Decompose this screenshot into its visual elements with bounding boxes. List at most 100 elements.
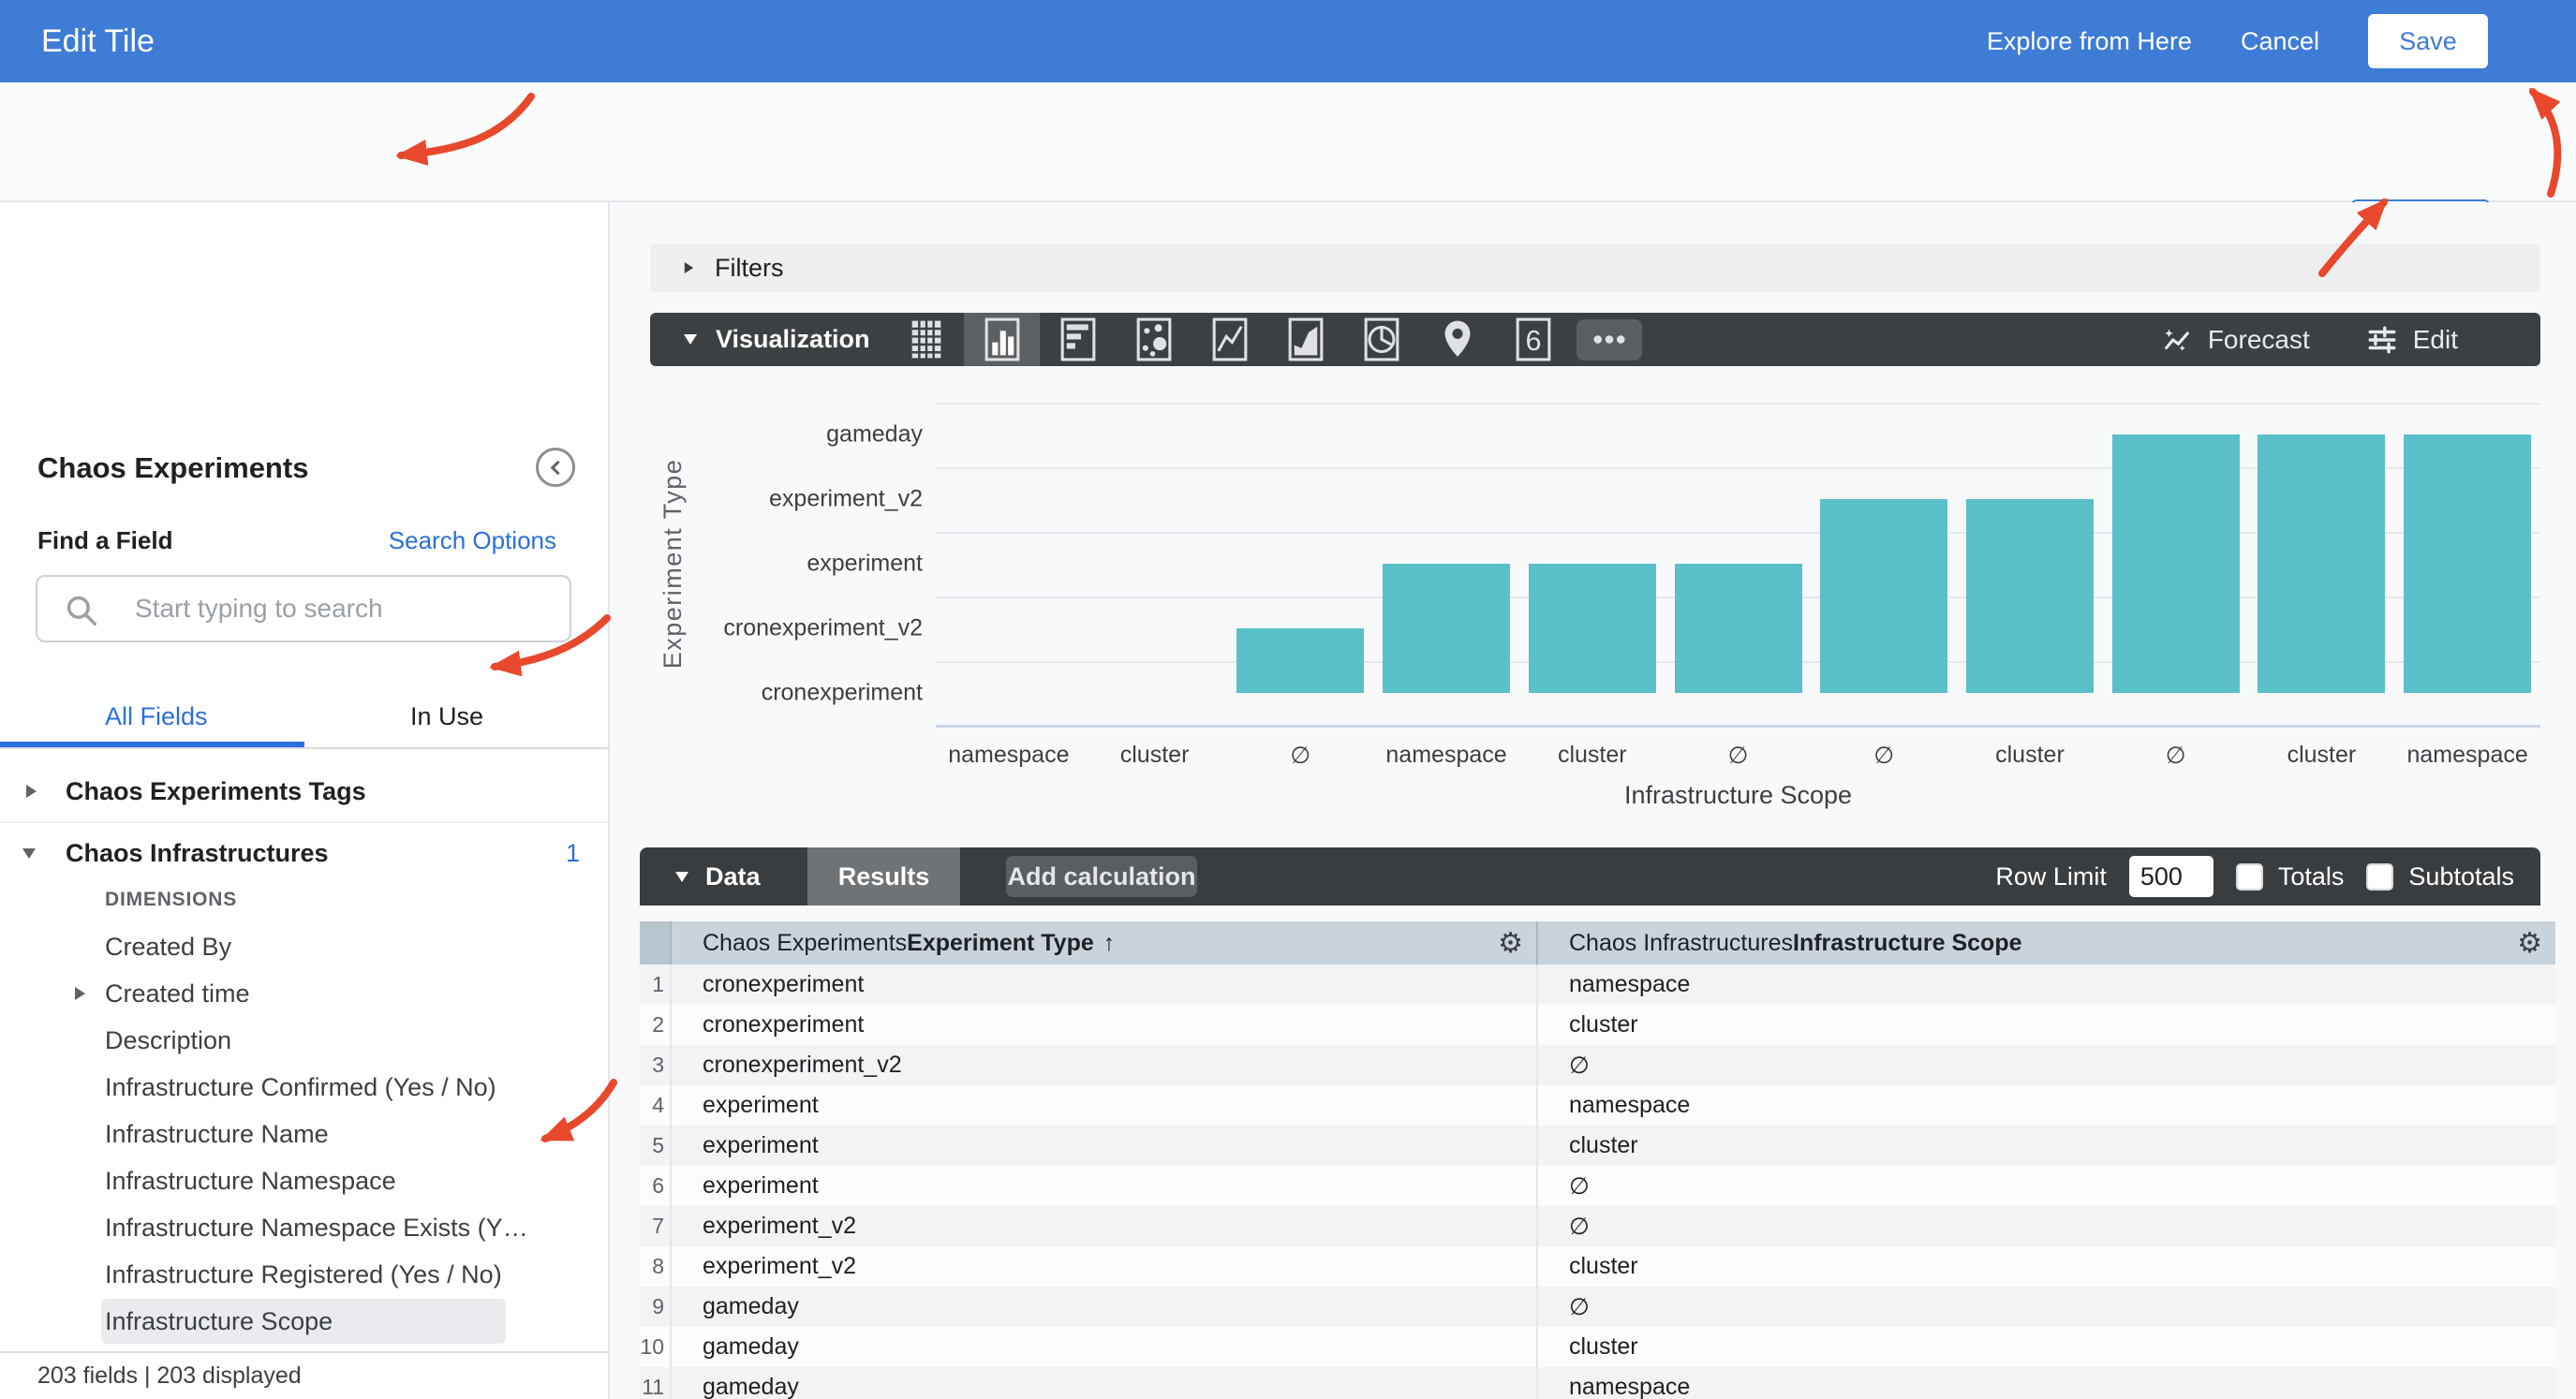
x-axis-title: Infrastructure Scope [1624, 781, 1852, 810]
row-number: 6 [640, 1166, 670, 1206]
table-row[interactable]: 5experimentcluster [640, 1126, 2555, 1166]
totals-label: Totals [2278, 862, 2345, 891]
x-axis-tick-label: namespace [948, 742, 1069, 769]
cell-experiment-type: experiment [670, 1085, 1536, 1126]
group-chaos-experiments-tags[interactable]: Chaos Experiments Tags [0, 768, 608, 815]
chart-bar[interactable] [1236, 628, 1364, 693]
field-item-infrastructure-namespace-exists-y[interactable]: Infrastructure Namespace Exists (Y… [0, 1204, 608, 1251]
column-gear-icon[interactable]: ⚙ [1498, 927, 1523, 960]
row-number-column-header [640, 921, 670, 965]
column-header-infrastructure-scope[interactable]: Chaos InfrastructuresInfrastructure Scop… [1536, 921, 2555, 965]
search-options-link[interactable]: Search Options [389, 526, 556, 555]
field-label: Infrastructure Name [105, 1120, 329, 1149]
chart-bar[interactable] [1675, 564, 1802, 693]
column-chart-icon[interactable] [964, 313, 1040, 366]
sidebar-footer: 203 fields | 203 displayed [0, 1351, 608, 1399]
cell-infrastructure-scope: ∅ [1536, 1045, 2555, 1085]
field-item-infrastructure-name[interactable]: Infrastructure Name [0, 1111, 608, 1157]
edit-visualization-button[interactable]: Edit [2366, 324, 2458, 356]
column-header-experiment-type[interactable]: Chaos ExperimentsExperiment Type ↑ ⚙ [670, 921, 1536, 965]
save-button[interactable]: Save [2368, 14, 2488, 68]
field-tree: Chaos Experiments Tags Chaos Infrastruct… [0, 768, 608, 1399]
forecast-button[interactable]: Forecast [2161, 324, 2310, 356]
chart-bar[interactable] [1820, 499, 1947, 693]
chart-bar[interactable] [1966, 499, 2094, 693]
bar-chart-icon[interactable] [1040, 313, 1116, 366]
table-row[interactable]: 7experiment_v2∅ [640, 1206, 2555, 1246]
cell-infrastructure-scope: namespace [1536, 1085, 2555, 1126]
edit-tile-page: Edit Tile Explore from Here Cancel Save … [0, 0, 2576, 1399]
add-calculation-button[interactable]: Add calculation [1006, 856, 1197, 897]
caret-right-icon[interactable] [26, 785, 37, 798]
field-picker-sidebar: Chaos Experiments Find a Field Search Op… [0, 202, 610, 1399]
more-viz-types-icon[interactable] [1577, 319, 1642, 361]
single-value-icon[interactable]: 6 [1495, 313, 1571, 366]
table-row[interactable]: 10gamedaycluster [640, 1327, 2555, 1367]
subtotals-checkbox[interactable] [2366, 863, 2393, 891]
field-item-infrastructure-registered-yes-no[interactable]: Infrastructure Registered (Yes / No) [0, 1251, 608, 1298]
cell-experiment-type: experiment_v2 [670, 1206, 1536, 1246]
area-chart-icon[interactable] [1267, 313, 1343, 366]
table-row[interactable]: 9gameday∅ [640, 1287, 2555, 1327]
field-item-infrastructure-scope[interactable]: Infrastructure Scope [0, 1298, 608, 1345]
cell-experiment-type: experiment_v2 [670, 1246, 1536, 1287]
filters-section-toggle[interactable]: Filters [650, 243, 2540, 292]
cell-infrastructure-scope: cluster [1536, 1246, 2555, 1287]
caret-down-icon[interactable] [684, 334, 697, 345]
row-number: 4 [640, 1085, 670, 1126]
field-label: Created time [105, 979, 250, 1009]
chart-bar[interactable] [2258, 434, 2385, 693]
table-chart-icon[interactable] [888, 313, 964, 366]
field-item-infrastructure-confirmed-yes-no[interactable]: Infrastructure Confirmed (Yes / No) [0, 1064, 608, 1111]
table-row[interactable]: 8experiment_v2cluster [640, 1246, 2555, 1287]
pie-chart-icon[interactable] [1343, 313, 1419, 366]
collapse-sidebar-button[interactable] [536, 448, 575, 487]
field-label: Infrastructure Confirmed (Yes / No) [105, 1073, 496, 1102]
row-number: 11 [640, 1367, 670, 1399]
field-label: Infrastructure Namespace Exists (Y… [105, 1214, 528, 1243]
tab-all-fields[interactable]: All Fields [105, 702, 208, 731]
caret-right-icon[interactable] [75, 987, 85, 1000]
cell-infrastructure-scope: ∅ [1536, 1287, 2555, 1327]
field-label: Created By [105, 933, 231, 962]
table-row[interactable]: 4experimentnamespace [640, 1085, 2555, 1126]
field-item-infrastructure-namespace[interactable]: Infrastructure Namespace [0, 1157, 608, 1204]
results-tab[interactable]: Results [807, 847, 960, 906]
table-row[interactable]: 2cronexperimentcluster [640, 1005, 2555, 1045]
caret-down-icon[interactable] [22, 848, 36, 859]
chart-bar[interactable] [2404, 434, 2531, 693]
column-gear-icon[interactable]: ⚙ [2517, 927, 2542, 960]
chart-bar[interactable] [1529, 564, 1656, 693]
row-limit-input[interactable] [2129, 856, 2213, 897]
find-a-field-label: Find a Field [37, 526, 172, 555]
row-number: 1 [640, 965, 670, 1005]
tab-in-use[interactable]: In Use [410, 702, 483, 731]
totals-checkbox[interactable] [2236, 863, 2263, 891]
caret-down-icon[interactable] [675, 872, 688, 882]
search-icon [64, 593, 99, 628]
field-item-created-time[interactable]: Created time [0, 970, 608, 1017]
chart-bar[interactable] [1383, 564, 1510, 693]
scatter-chart-icon[interactable] [1116, 313, 1192, 366]
map-pin-chart-icon[interactable] [1419, 313, 1495, 366]
group-divider [0, 821, 608, 823]
fields-count-status: 203 fields | 203 displayed [37, 1362, 302, 1390]
field-item-created-by[interactable]: Created By [0, 923, 608, 970]
explore-from-here-button[interactable]: Explore from Here [1987, 27, 2192, 56]
x-axis-tick-label: ∅ [1728, 742, 1749, 770]
field-search-input[interactable] [135, 581, 556, 637]
chart-bar[interactable] [2112, 434, 2240, 693]
field-item-description[interactable]: Description [0, 1017, 608, 1064]
table-row[interactable]: 6experiment∅ [640, 1166, 2555, 1206]
row-limit-label: Row Limit [1995, 862, 2107, 891]
cell-infrastructure-scope: cluster [1536, 1005, 2555, 1045]
x-axis-tick-label: cluster [2287, 742, 2357, 769]
cancel-button[interactable]: Cancel [2241, 27, 2319, 56]
table-row[interactable]: 11gamedaynamespace [640, 1367, 2555, 1399]
group-chaos-infrastructures[interactable]: Chaos Infrastructures 1 [0, 830, 608, 876]
table-row[interactable]: 3cronexperiment_v2∅ [640, 1045, 2555, 1085]
table-row[interactable]: 1cronexperimentnamespace [640, 965, 2555, 1005]
line-chart-icon[interactable] [1192, 313, 1267, 366]
results-table: Chaos ExperimentsExperiment Type ↑ ⚙ Cha… [640, 921, 2555, 1399]
svg-text:6: 6 [1525, 325, 1541, 357]
